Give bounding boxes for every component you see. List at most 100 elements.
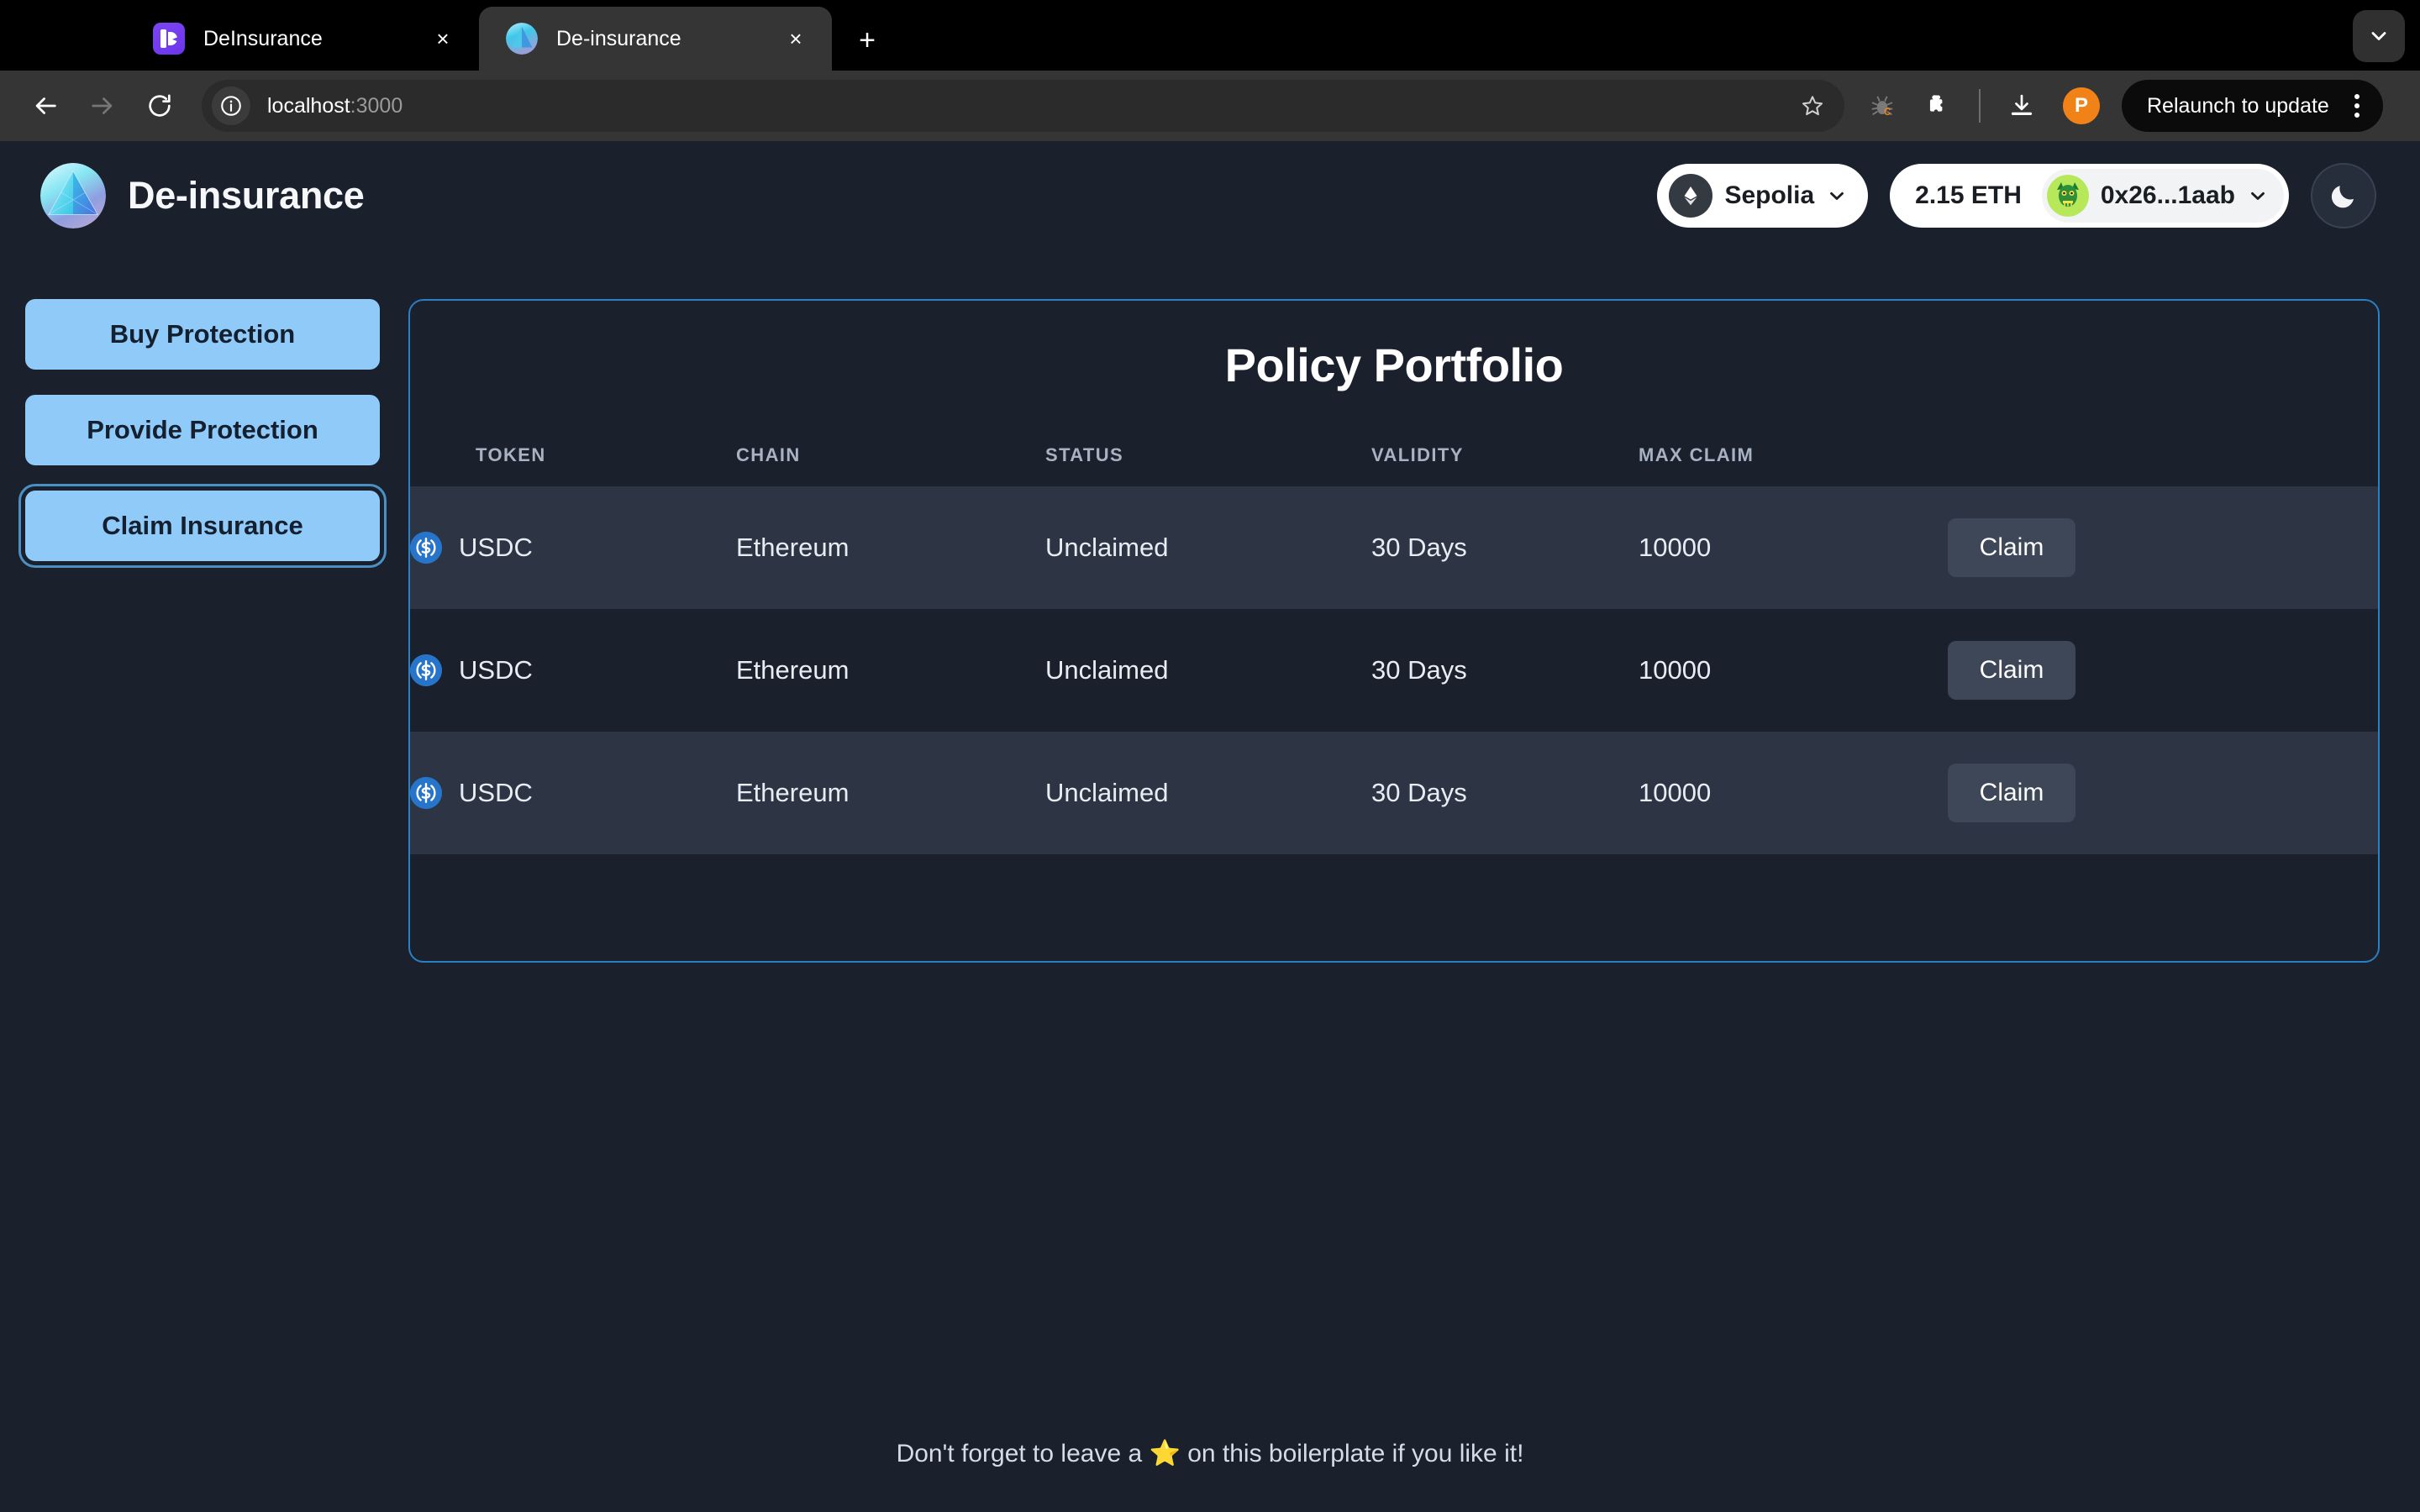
- sidebar-item-provide-protection[interactable]: Provide Protection: [25, 395, 380, 465]
- cell-action: Claim: [1948, 486, 2378, 609]
- column-header-action: [1948, 444, 2378, 486]
- svg-text:C: C: [1884, 107, 1891, 118]
- table-row: USDC Ethereum Unclaimed 30 Days 10000 Cl…: [410, 486, 2378, 609]
- cell-status: Unclaimed: [1045, 732, 1371, 854]
- page-title: Policy Portfolio: [1224, 339, 1564, 391]
- relaunch-to-update-button[interactable]: Relaunch to update: [2122, 80, 2383, 132]
- star-icon: ⭐: [1149, 1440, 1181, 1467]
- cell-max-claim: 10000: [1639, 655, 1712, 685]
- browser-toolbar: localhost:3000 C P Relaunch to update: [0, 71, 2420, 141]
- policy-table: TOKEN CHAIN STATUS VALIDITY MAX CLAIM US…: [410, 444, 2378, 854]
- table-row: USDC Ethereum Unclaimed 30 Days 10000 Cl…: [410, 609, 2378, 732]
- new-tab-button[interactable]: +: [844, 17, 891, 64]
- table-header-row: TOKEN CHAIN STATUS VALIDITY MAX CLAIM: [410, 444, 2378, 486]
- kebab-menu-icon[interactable]: [2343, 89, 2371, 123]
- close-icon[interactable]: ×: [781, 24, 810, 53]
- cell-chain: Ethereum: [736, 486, 1045, 609]
- page-content: De-insurance Sepolia 2.15 ETH 0x26...1aa…: [0, 141, 2420, 1512]
- table-body: USDC Ethereum Unclaimed 30 Days 10000 Cl…: [410, 486, 2378, 854]
- body-area: Buy Protection Provide Protection Claim …: [0, 250, 2420, 963]
- cell-max-claim: 10000: [1639, 732, 1948, 854]
- sidebar-item-claim-insurance[interactable]: Claim Insurance: [18, 484, 387, 568]
- tab-title: DeInsurance: [203, 26, 323, 50]
- claim-button[interactable]: Claim: [1948, 641, 2075, 700]
- de-insurance-logo-favicon: [506, 23, 538, 55]
- reload-icon: [149, 94, 171, 117]
- table-row: USDC Ethereum Unclaimed 30 Days 10000 Cl…: [410, 732, 2378, 854]
- cell-chain: Ethereum: [736, 732, 1045, 854]
- browser-tab-deinsurance[interactable]: DeInsurance ×: [126, 7, 479, 71]
- app-header: De-insurance Sepolia 2.15 ETH 0x26...1aa…: [0, 141, 2420, 250]
- sidebar-item-buy-protection[interactable]: Buy Protection: [25, 299, 380, 370]
- extensions-puzzle-icon: [1929, 95, 1943, 112]
- cell-action: Claim: [1948, 609, 2378, 732]
- chevron-down-icon: [1830, 192, 1844, 200]
- chevron-down-icon: [2371, 32, 2386, 40]
- network-selector[interactable]: Sepolia: [1657, 164, 1869, 228]
- footer-text-before: Don't forget to leave a: [896, 1440, 1150, 1467]
- info-circle-icon[interactable]: [212, 87, 250, 125]
- cell-token: USDC: [410, 486, 736, 609]
- network-label: Sepolia: [1724, 181, 1815, 209]
- cell-validity: 30 Days: [1371, 486, 1639, 609]
- wallet-address: 0x26...1aab: [2100, 181, 2235, 209]
- moon-icon: [2331, 186, 2354, 208]
- relaunch-label: Relaunch to update: [2147, 93, 2329, 118]
- token-label: USDC: [459, 533, 533, 562]
- footer-text-after: on this boilerplate if you like it!: [1180, 1440, 1524, 1467]
- tab-search-button[interactable]: [2353, 10, 2405, 62]
- table-head: TOKEN CHAIN STATUS VALIDITY MAX CLAIM: [410, 444, 2378, 486]
- cell-status: Unclaimed: [1045, 655, 1169, 685]
- url-text: localhost:3000: [267, 94, 402, 118]
- bug-icon: C: [1871, 96, 1893, 118]
- forward-arrow-icon: [92, 97, 113, 114]
- toolbar-divider: [1979, 89, 1981, 123]
- cell-chain: Ethereum: [736, 655, 850, 685]
- back-button[interactable]: [20, 81, 71, 131]
- usdc-icon: [410, 532, 442, 564]
- cell-token: USDC: [410, 732, 736, 854]
- profile-avatar[interactable]: P: [2063, 87, 2100, 124]
- sidebar-nav: Buy Protection Provide Protection Claim …: [0, 299, 405, 963]
- cell-token: USDC: [410, 609, 736, 732]
- column-header-max-claim: MAX CLAIM: [1639, 444, 1754, 465]
- cell-validity: 30 Days: [1371, 732, 1639, 854]
- header-actions: Sepolia 2.15 ETH 0x26...1aab: [1657, 163, 2376, 228]
- brand-name: De-insurance: [128, 174, 365, 217]
- forward-button[interactable]: [77, 81, 128, 131]
- cell-validity: 30 Days: [1371, 655, 1467, 685]
- theme-toggle-button[interactable]: [2311, 163, 2376, 228]
- reload-button[interactable]: [134, 81, 185, 131]
- downloads-button[interactable]: [1997, 81, 2046, 130]
- chevron-down-icon: [2251, 192, 2265, 200]
- browser-chrome: DeInsurance × De-insurance × + localhost…: [0, 0, 2420, 141]
- deinsurance-purple-favicon: [153, 23, 185, 55]
- de-insurance-pyramid-logo: [40, 163, 106, 228]
- column-header-token: TOKEN: [476, 444, 546, 465]
- token-label: USDC: [459, 778, 533, 807]
- address-bar[interactable]: localhost:3000: [202, 80, 1844, 132]
- star-icon[interactable]: [1796, 89, 1829, 123]
- back-arrow-icon: [35, 97, 56, 114]
- tab-strip: DeInsurance × De-insurance × +: [0, 0, 2420, 71]
- ethereum-diamond-icon: [1669, 174, 1713, 218]
- extensions-button[interactable]: [1913, 81, 1962, 130]
- token-label: USDC: [459, 655, 533, 685]
- url-port: :3000: [350, 93, 403, 118]
- column-header-status: STATUS: [1045, 444, 1124, 465]
- bug-button[interactable]: C: [1858, 81, 1907, 130]
- tab-title: De-insurance: [556, 26, 681, 50]
- wallet-balance: 2.15 ETH: [1915, 181, 2022, 209]
- claim-button[interactable]: Claim: [1948, 764, 2075, 822]
- wallet-avatar: [2046, 175, 2089, 217]
- browser-tab-de-insurance[interactable]: De-insurance ×: [479, 7, 832, 71]
- column-header-validity: VALIDITY: [1371, 444, 1464, 465]
- policy-portfolio-card: Policy Portfolio TOKEN CHAIN STATUS VALI…: [408, 299, 2380, 963]
- close-icon[interactable]: ×: [429, 24, 457, 53]
- account-button[interactable]: 2.15 ETH 0x26...1aab: [1890, 164, 2289, 228]
- cell-status: Unclaimed: [1045, 486, 1371, 609]
- download-icon: [2011, 94, 2033, 115]
- wallet-address-chip[interactable]: 0x26...1aab: [2041, 169, 2284, 223]
- brand[interactable]: De-insurance: [40, 163, 365, 228]
- claim-button[interactable]: Claim: [1948, 518, 2075, 577]
